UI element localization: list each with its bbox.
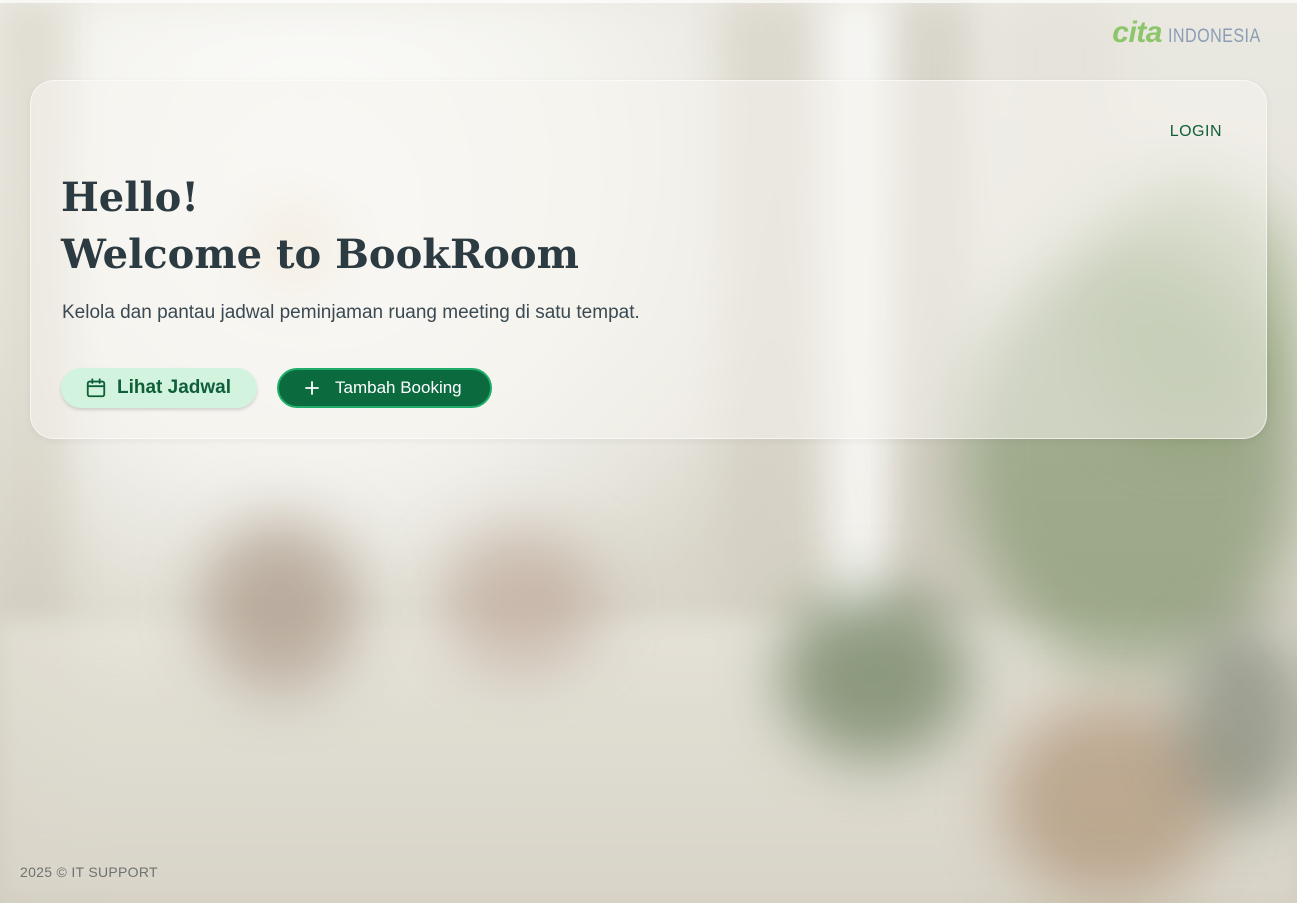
brand-logo-cita: cita — [1112, 16, 1162, 49]
hero-title-greeting: Hello! — [61, 174, 199, 221]
login-link[interactable]: LOGIN — [1170, 123, 1222, 141]
brand-logo-indonesia: INDONESIA — [1167, 26, 1261, 47]
hero-title-welcome: Welcome to BookRoom — [61, 231, 579, 278]
plus-icon — [303, 379, 321, 397]
view-schedule-label: Lihat Jadwal — [117, 377, 232, 398]
hero-card: LOGIN Hello! Welcome to BookRoom Kelola … — [30, 80, 1267, 439]
calendar-icon — [85, 377, 107, 399]
hero-title: Hello! Welcome to BookRoom — [61, 169, 579, 283]
brand-logo: cita INDONESIA — [1112, 18, 1277, 48]
page: cita INDONESIA LOGIN Hello! Welcome to B… — [0, 0, 1297, 903]
add-booking-label: Tambah Booking — [335, 378, 462, 397]
add-booking-button[interactable]: Tambah Booking — [277, 368, 492, 408]
view-schedule-button[interactable]: Lihat Jadwal — [61, 368, 257, 408]
footer-copyright: 2025 © IT SUPPORT — [20, 864, 158, 880]
top-edge-bar — [0, 0, 1297, 3]
hero-subtitle: Kelola dan pantau jadwal peminjaman ruan… — [62, 302, 640, 323]
